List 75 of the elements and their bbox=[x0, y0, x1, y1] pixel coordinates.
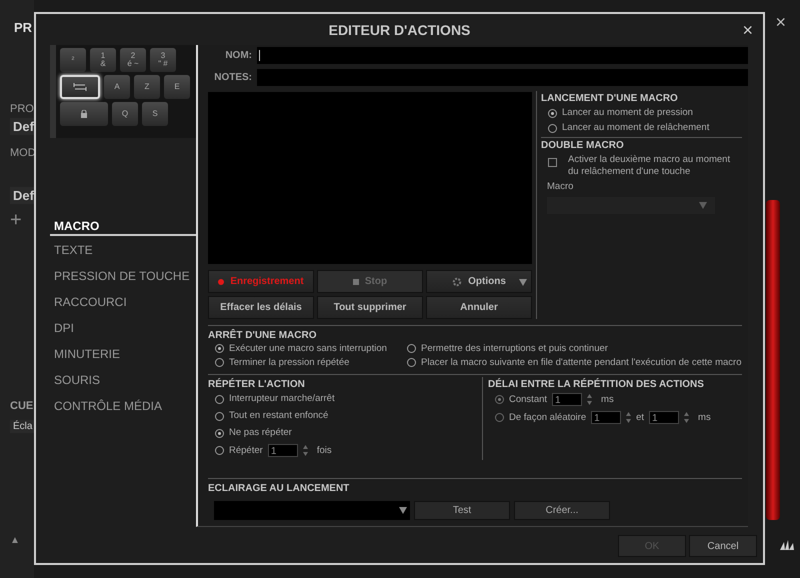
radio-label: Exécuter une macro sans interruption bbox=[229, 343, 387, 355]
section-label: CUE bbox=[10, 400, 34, 412]
action-type-tab[interactable]: SOURIS bbox=[50, 366, 196, 392]
radio-button[interactable] bbox=[215, 344, 224, 353]
radio-label: Terminer la pression répétée bbox=[229, 357, 350, 369]
radio-label: Constant bbox=[509, 394, 548, 406]
number-field[interactable]: 1 bbox=[268, 444, 298, 457]
action-type-tab[interactable]: RACCOURCI bbox=[50, 288, 196, 314]
section-title: ECLAIRAGE AU LANCEMENT bbox=[208, 483, 350, 495]
close-button[interactable]: × bbox=[742, 20, 753, 41]
profile-dropdown[interactable]: Def bbox=[10, 118, 34, 135]
lighting-dropdown[interactable]: Écla bbox=[10, 420, 34, 433]
sails-logo-icon bbox=[780, 540, 794, 550]
macro-button[interactable]: Options bbox=[426, 270, 532, 293]
checkbox-label: Activer la deuxième macro au moment du relâchement d'une touche bbox=[568, 154, 732, 178]
radio-button[interactable] bbox=[215, 428, 224, 438]
mode-tab[interactable]: Def bbox=[10, 187, 34, 204]
section-title: ARRÊT D'UNE MACRO bbox=[208, 330, 318, 342]
radio-button[interactable] bbox=[215, 446, 224, 455]
section-title: DOUBLE MACRO bbox=[541, 140, 625, 152]
section-label: PRO bbox=[10, 103, 34, 115]
spinner-arrows-icon[interactable] bbox=[302, 445, 308, 456]
scroll-up-button[interactable]: ▲ bbox=[10, 535, 34, 546]
dialog-title: EDITEUR D'ACTIONS bbox=[328, 22, 470, 38]
field-label: NOTES: bbox=[213, 72, 252, 83]
radio-label: Répéter bbox=[229, 444, 263, 456]
radio-label: Placer la macro suivante en file d'attente pendant l'exécution de cette macro bbox=[421, 357, 742, 369]
radio-label: Tout en restant enfoncé bbox=[229, 410, 328, 422]
checkbox[interactable] bbox=[548, 158, 557, 167]
section-title: LANCEMENT D'UNE MACRO bbox=[541, 93, 679, 105]
lighting-button[interactable]: Test bbox=[414, 501, 510, 520]
radio-label: Ne pas répéter bbox=[229, 427, 292, 439]
field-label: Macro bbox=[547, 181, 574, 193]
macro-button[interactable]: Tout supprimer bbox=[317, 296, 423, 319]
section-title: DÉLAI ENTRE LA RÉPÉTITION DES ACTIONS bbox=[488, 379, 705, 391]
stop-square-icon bbox=[352, 278, 359, 284]
action-type-tab[interactable]: MINUTERIE bbox=[50, 340, 196, 366]
text-field[interactable] bbox=[257, 69, 748, 86]
dropdown-arrow-icon bbox=[399, 507, 407, 514]
radio-button[interactable] bbox=[548, 124, 557, 132]
radio-label: Lancer au moment de relâchement bbox=[562, 122, 710, 134]
action-type-tab[interactable]: TEXTE bbox=[50, 236, 196, 262]
macro-button[interactable]: Effacer les délais bbox=[208, 296, 314, 319]
unit-label: ms bbox=[698, 412, 711, 424]
dropdown-arrow-icon bbox=[519, 279, 527, 286]
add-button[interactable]: + bbox=[10, 210, 34, 230]
section-title: RÉPÉTER L'ACTION bbox=[208, 379, 306, 391]
radio-label: Permettre des interruptions et puis continuer bbox=[421, 343, 608, 355]
action-type-tab[interactable]: CONTRÔLE MÉDIA bbox=[50, 392, 196, 418]
action-type-tab[interactable]: DPI bbox=[50, 314, 196, 340]
record-dot-icon bbox=[218, 278, 224, 284]
radio-button[interactable] bbox=[215, 394, 224, 404]
dropdown-arrow-icon bbox=[699, 202, 707, 209]
text-field[interactable] bbox=[257, 47, 748, 64]
dialog-button[interactable]: Cancel bbox=[689, 535, 757, 557]
tab-arrows-icon bbox=[73, 83, 87, 91]
radio-label: Interrupteur marche/arrêt bbox=[229, 393, 335, 405]
close-button[interactable]: × bbox=[775, 12, 786, 33]
unit-label: fois bbox=[316, 444, 332, 456]
radio-label: De façon aléatoire bbox=[509, 412, 586, 424]
lock-icon bbox=[81, 110, 87, 118]
radio-button[interactable] bbox=[407, 344, 416, 353]
radio-button[interactable] bbox=[548, 108, 557, 118]
unit-label: ms bbox=[601, 394, 614, 406]
radio-button[interactable] bbox=[407, 358, 416, 367]
tab-label[interactable]: PR bbox=[14, 20, 32, 35]
radio-label: Lancer au moment de pression bbox=[562, 107, 693, 119]
radio-button[interactable] bbox=[215, 412, 224, 420]
action-type-tab[interactable]: PRESSION DE TOUCHE bbox=[50, 262, 196, 288]
joiner-label: et bbox=[636, 412, 644, 424]
lighting-button[interactable]: Créer... bbox=[514, 501, 610, 520]
field-label: NOM: bbox=[224, 50, 252, 61]
radio-button[interactable] bbox=[215, 358, 224, 367]
macro-button[interactable]: Annuler bbox=[426, 296, 532, 319]
gear-icon bbox=[452, 276, 462, 286]
